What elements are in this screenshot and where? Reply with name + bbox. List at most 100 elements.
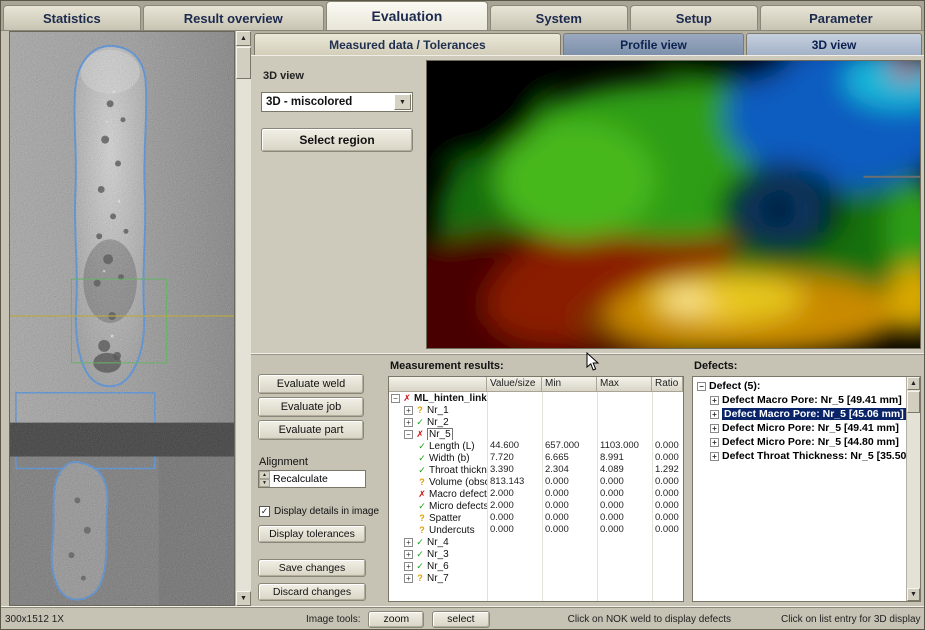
alignment-label: Alignment bbox=[259, 456, 376, 468]
measurement-row-length-l[interactable]: ✓Length (L)44.600657.0001103.0000.000 bbox=[389, 440, 683, 452]
expand-icon[interactable]: + bbox=[404, 550, 413, 559]
measurement-row-undercuts[interactable]: ?Undercuts0.0000.0000.0000.000 bbox=[389, 524, 683, 536]
zoom-button[interactable]: zoom bbox=[368, 611, 424, 628]
measurement-row-volume-obsolete[interactable]: ?Volume (obsolete)813.1430.0000.0000.000 bbox=[389, 476, 683, 488]
defect-item[interactable]: +Defect Macro Pore: Nr_5 [45.06 mm] bbox=[693, 407, 906, 421]
expand-icon[interactable]: + bbox=[710, 424, 719, 433]
measurement-row-throat-thickness-s[interactable]: ✓Throat thickness (s3.3902.3044.0891.292 bbox=[389, 464, 683, 476]
spinner-down-icon[interactable]: ▼ bbox=[259, 479, 270, 487]
row-label[interactable]: Micro defects (Pore bbox=[429, 501, 487, 512]
measurement-row-nr-5[interactable]: −✗Nr_5 bbox=[389, 428, 683, 440]
subtab-measured-data-tolerances[interactable]: Measured data / Tolerances bbox=[254, 33, 561, 55]
measurement-row-nr-4[interactable]: +✓Nr_4 bbox=[389, 536, 683, 548]
row-label[interactable]: Macro defects (Por bbox=[429, 489, 487, 500]
measurement-row-nr-1[interactable]: +?Nr_1 bbox=[389, 404, 683, 416]
column-header-ratio[interactable]: Ratio bbox=[652, 377, 683, 392]
discard-changes-button[interactable]: Discard changes bbox=[258, 583, 366, 601]
evaluate-job-button[interactable]: Evaluate job bbox=[258, 397, 364, 417]
measurement-row-spatter[interactable]: ?Spatter0.0000.0000.0000.000 bbox=[389, 512, 683, 524]
collapse-icon[interactable]: − bbox=[697, 382, 706, 391]
subtab-3d-view[interactable]: 3D view bbox=[746, 33, 922, 55]
defects-scrollbar[interactable]: ▲ ▼ bbox=[906, 377, 920, 601]
evaluate-weld-button[interactable]: Evaluate weld bbox=[258, 374, 364, 394]
expand-icon[interactable]: + bbox=[710, 410, 719, 419]
value-cell: 0.000 bbox=[542, 488, 597, 500]
expand-icon[interactable]: + bbox=[404, 538, 413, 547]
row-label[interactable]: Spatter bbox=[429, 513, 461, 524]
measurement-row-micro-defects-pore[interactable]: ✓Micro defects (Pore2.0000.0000.0000.000 bbox=[389, 500, 683, 512]
evaluate-part-button[interactable]: Evaluate part bbox=[258, 420, 364, 440]
tab-evaluation[interactable]: Evaluation bbox=[326, 1, 488, 30]
tab-statistics[interactable]: Statistics bbox=[3, 5, 141, 30]
alignment-spinner[interactable]: ▲ ▼ Recalculate bbox=[258, 470, 366, 488]
3d-mode-dropdown[interactable]: 3D - miscolored ▼ bbox=[261, 92, 413, 112]
column-header-max[interactable]: Max bbox=[597, 377, 652, 392]
defects-root-item[interactable]: −Defect (5): bbox=[693, 379, 906, 393]
defect-label: Defect Throat Thickness: Nr_5 [35.50 mm] bbox=[722, 450, 906, 462]
tab-system[interactable]: System bbox=[490, 5, 628, 30]
defect-item[interactable]: +Defect Macro Pore: Nr_5 [49.41 mm] bbox=[693, 393, 906, 407]
subtab-profile-view[interactable]: Profile view bbox=[563, 33, 744, 55]
row-label[interactable]: Undercuts bbox=[429, 525, 475, 536]
select-region-button[interactable]: Select region bbox=[261, 128, 413, 152]
3d-render-view[interactable] bbox=[426, 60, 921, 349]
tab-parameter[interactable]: Parameter bbox=[760, 5, 922, 30]
weld-image[interactable] bbox=[9, 31, 235, 606]
expand-icon[interactable]: + bbox=[710, 438, 719, 447]
expand-icon[interactable]: + bbox=[404, 406, 413, 415]
select-button[interactable]: select bbox=[432, 611, 489, 628]
row-label[interactable]: Volume (obsolete) bbox=[429, 477, 487, 488]
measurement-row-nr-3[interactable]: +✓Nr_3 bbox=[389, 548, 683, 560]
image-scrollbar[interactable]: ▲ ▼ bbox=[235, 31, 251, 606]
scrollbar-track[interactable] bbox=[907, 390, 920, 588]
measurement-row-nr-2[interactable]: +✓Nr_2 bbox=[389, 416, 683, 428]
row-label[interactable]: Nr_3 bbox=[427, 549, 449, 560]
value-cell: 44.600 bbox=[487, 440, 542, 452]
row-label[interactable]: Nr_5 bbox=[427, 428, 453, 440]
value-cell: 0.000 bbox=[542, 512, 597, 524]
row-label[interactable]: Nr_4 bbox=[427, 537, 449, 548]
scroll-down-icon[interactable]: ▼ bbox=[236, 591, 251, 606]
spinner-up-icon[interactable]: ▲ bbox=[259, 471, 270, 479]
defect-item[interactable]: +Defect Throat Thickness: Nr_5 [35.50 mm… bbox=[693, 449, 906, 463]
column-header-min[interactable]: Min bbox=[542, 377, 597, 392]
scroll-up-icon[interactable]: ▲ bbox=[236, 31, 251, 46]
display-tolerances-button[interactable]: Display tolerances bbox=[258, 525, 366, 543]
value-cell bbox=[597, 560, 652, 572]
scrollbar-thumb[interactable] bbox=[236, 47, 251, 79]
collapse-icon[interactable]: − bbox=[391, 394, 400, 403]
collapse-icon[interactable]: − bbox=[404, 430, 413, 439]
scroll-up-icon[interactable]: ▲ bbox=[907, 377, 920, 390]
row-label[interactable]: Throat thickness (s bbox=[429, 465, 487, 476]
measurement-row-nr-6[interactable]: +✓Nr_6 bbox=[389, 560, 683, 572]
row-label[interactable]: Nr_1 bbox=[427, 405, 449, 416]
display-details-checkbox[interactable]: ✓ Display details in image bbox=[259, 506, 376, 517]
row-label[interactable]: Nr_2 bbox=[427, 417, 449, 428]
tab-result-overview[interactable]: Result overview bbox=[143, 5, 324, 30]
save-changes-button[interactable]: Save changes bbox=[258, 559, 366, 577]
row-label[interactable]: Nr_7 bbox=[427, 573, 449, 584]
tab-setup[interactable]: Setup bbox=[630, 5, 758, 30]
scroll-down-icon[interactable]: ▼ bbox=[907, 588, 920, 601]
measurement-row-macro-defects-por[interactable]: ✗Macro defects (Por2.0000.0000.0000.000 bbox=[389, 488, 683, 500]
row-label[interactable]: Length (L) bbox=[429, 441, 475, 452]
measurement-row-ml-hinten-links[interactable]: −✗ML_hinten_links bbox=[389, 392, 683, 404]
expand-icon[interactable]: + bbox=[404, 562, 413, 571]
defect-item[interactable]: +Defect Micro Pore: Nr_5 [49.41 mm] bbox=[693, 421, 906, 435]
3d-view-label: 3D view bbox=[263, 70, 418, 82]
expand-icon[interactable]: + bbox=[404, 418, 413, 427]
expand-icon[interactable]: + bbox=[710, 452, 719, 461]
measurement-row-nr-7[interactable]: +?Nr_7 bbox=[389, 572, 683, 584]
row-label[interactable]: Nr_6 bbox=[427, 561, 449, 572]
column-header-value-size[interactable]: Value/size bbox=[487, 377, 542, 392]
row-label[interactable]: ML_hinten_links bbox=[414, 393, 487, 404]
measurement-row-width-b[interactable]: ✓Width (b)7.7206.6658.9910.000 bbox=[389, 452, 683, 464]
row-label[interactable]: Width (b) bbox=[429, 453, 470, 464]
expand-icon[interactable]: + bbox=[710, 396, 719, 405]
scrollbar-thumb[interactable] bbox=[907, 391, 920, 413]
defect-item[interactable]: +Defect Micro Pore: Nr_5 [44.80 mm] bbox=[693, 435, 906, 449]
expand-icon[interactable]: + bbox=[404, 574, 413, 583]
scrollbar-track[interactable] bbox=[236, 46, 251, 591]
chevron-down-icon[interactable]: ▼ bbox=[394, 94, 411, 110]
value-cell: 0.000 bbox=[542, 524, 597, 536]
